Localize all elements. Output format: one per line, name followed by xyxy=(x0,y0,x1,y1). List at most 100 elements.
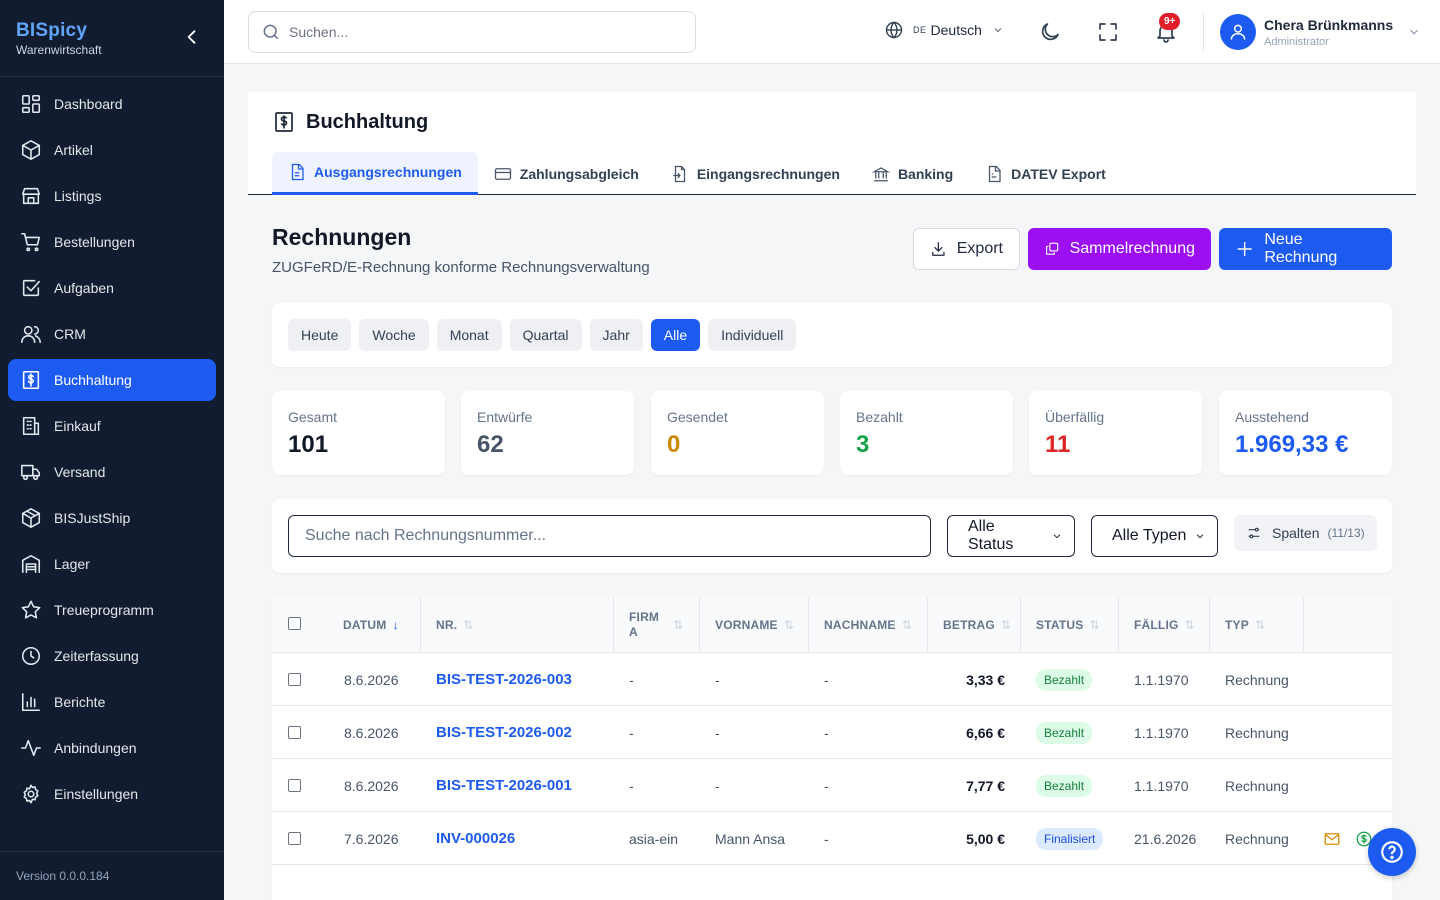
cell-datum: 8.6.2026 xyxy=(344,724,399,741)
period-monat[interactable]: Monat xyxy=(436,319,502,351)
cell-typ: Rechnung xyxy=(1225,777,1289,794)
export-button[interactable]: Export xyxy=(913,228,1020,270)
sidebar-item-lager[interactable]: Lager xyxy=(8,543,216,585)
column-datum[interactable]: DATUM ↓ xyxy=(328,597,421,653)
column-typ[interactable]: TYP ⇅ xyxy=(1210,597,1304,653)
status-badge: Bezahlt xyxy=(1036,668,1093,691)
file-text-icon xyxy=(989,165,1001,182)
tab-eingangsrechnungen[interactable]: Eingangsrechnungen xyxy=(655,152,856,195)
table-row[interactable]: 7.6.2026 INV-000026 asia-ein Mann Ansa -… xyxy=(272,812,1392,865)
tab-datev-export[interactable]: DATEV Export xyxy=(969,152,1122,195)
cell-typ: Rechnung xyxy=(1225,671,1289,688)
columns-count: (11/13) xyxy=(1327,526,1365,540)
cell-firma: - xyxy=(629,724,634,741)
period-quartal[interactable]: Quartal xyxy=(509,319,582,351)
sidebar-item-aufgaben[interactable]: Aufgaben xyxy=(8,267,216,309)
column-nr[interactable]: NR. ⇅ xyxy=(421,597,614,653)
cell-betrag: 6,66 € xyxy=(966,724,1005,741)
language-name: Deutsch xyxy=(930,22,982,38)
sidebar-nav: Dashboard Artikel Listings Bestellungen … xyxy=(0,77,224,815)
column-nachname[interactable]: NACHNAME ⇅ xyxy=(809,597,928,653)
sort-icon: ⇅ xyxy=(1184,618,1195,632)
cell-faellig: 21.6.2026 xyxy=(1134,830,1197,847)
mail-icon xyxy=(1324,832,1340,845)
table-row[interactable]: 8.6.2026 BIS-TEST-2026-001 - - - 7,77 € … xyxy=(272,759,1392,812)
sidebar-item-label: BISJustShip xyxy=(54,510,131,526)
select-all-checkbox[interactable] xyxy=(288,617,301,630)
table-row[interactable]: 8.6.2026 BIS-TEST-2026-002 - - - 6,66 € … xyxy=(272,706,1392,759)
column-betrag[interactable]: BETRAG ⇅ xyxy=(928,597,1021,653)
language-selector[interactable]: DE Deutsch xyxy=(884,20,1004,40)
column-faellig[interactable]: FÄLLIG ⇅ xyxy=(1119,597,1210,653)
invoice-search-input[interactable] xyxy=(288,515,931,557)
columns-button[interactable]: Spalten (11/13) xyxy=(1234,515,1377,551)
period-heute[interactable]: Heute xyxy=(288,319,352,351)
column-status[interactable]: STATUS ⇅ xyxy=(1021,597,1119,653)
invoice-number-link[interactable]: BIS-TEST-2026-001 xyxy=(436,759,572,812)
user-icon xyxy=(1230,24,1246,40)
sidebar-item-dashboard[interactable]: Dashboard xyxy=(8,83,216,125)
invoice-number-link[interactable]: INV-000026 xyxy=(436,812,515,865)
box-icon xyxy=(21,140,41,160)
row-checkbox[interactable] xyxy=(288,673,301,686)
collapse-sidebar-icon[interactable] xyxy=(182,26,202,48)
sammelrechnung-button[interactable]: Sammelrechnung xyxy=(1028,228,1211,270)
period-individuell[interactable]: Individuell xyxy=(708,319,797,351)
sidebar-item-bestellungen[interactable]: Bestellungen xyxy=(8,221,216,263)
period-jahr[interactable]: Jahr xyxy=(589,319,643,351)
sidebar-item-anbindungen[interactable]: Anbindungen xyxy=(8,727,216,769)
sidebar-item-artikel[interactable]: Artikel xyxy=(8,129,216,171)
cell-faellig: 1.1.1970 xyxy=(1134,777,1189,794)
sidebar-item-bisjustship[interactable]: BISJustShip xyxy=(8,497,216,539)
help-button[interactable] xyxy=(1368,828,1416,876)
new-invoice-button[interactable]: Neue Rechnung xyxy=(1219,228,1392,270)
sidebar-item-zeiterfassung[interactable]: Zeiterfassung xyxy=(8,635,216,677)
global-search-input[interactable] xyxy=(289,24,669,40)
global-search[interactable] xyxy=(248,11,696,53)
truck-icon xyxy=(21,464,41,481)
type-filter-select[interactable]: Alle Typen xyxy=(1091,515,1218,557)
user-menu[interactable]: Chera Brünkmanns Administrator xyxy=(1220,14,1421,50)
sidebar-item-einstellungen[interactable]: Einstellungen xyxy=(8,773,216,815)
sidebar-item-treueprogramm[interactable]: Treueprogramm xyxy=(8,589,216,631)
period-alle[interactable]: Alle xyxy=(650,319,701,351)
row-checkbox[interactable] xyxy=(288,779,301,792)
activity-icon xyxy=(21,739,41,757)
sidebar-item-label: Bestellungen xyxy=(54,234,135,250)
period-woche[interactable]: Woche xyxy=(359,319,429,351)
app-version: Version 0.0.0.184 xyxy=(0,851,224,900)
tab-zahlungsabgleich[interactable]: Zahlungsabgleich xyxy=(478,152,655,195)
tab-ausgangsrechnungen[interactable]: Ausgangsrechnungen xyxy=(272,152,478,195)
column-label: VORNAME xyxy=(715,618,778,632)
sidebar-item-versand[interactable]: Versand xyxy=(8,451,216,493)
dark-mode-toggle[interactable] xyxy=(1038,20,1062,44)
package-icon xyxy=(21,508,41,528)
avatar xyxy=(1220,14,1256,50)
sidebar-item-crm[interactable]: CRM xyxy=(8,313,216,355)
table-row[interactable]: 8.6.2026 BIS-TEST-2026-003 - - - 3,33 € … xyxy=(272,653,1392,706)
fullscreen-button[interactable] xyxy=(1096,20,1120,44)
sidebar-item-label: Zeiterfassung xyxy=(54,648,139,664)
row-checkbox[interactable] xyxy=(288,832,301,845)
row-checkbox[interactable] xyxy=(288,726,301,739)
send-email-button[interactable] xyxy=(1323,812,1341,865)
tab-banking[interactable]: Banking xyxy=(856,152,969,195)
column-vorname[interactable]: VORNAME ⇅ xyxy=(700,597,809,653)
sidebar-item-label: Anbindungen xyxy=(54,740,137,756)
section-subtitle: ZUGFeRD/E-Rechnung konforme Rechnungsver… xyxy=(272,259,650,276)
new-invoice-button-label: Neue Rechnung xyxy=(1264,231,1338,266)
credit-card-icon xyxy=(494,167,511,180)
invoice-number-link[interactable]: BIS-TEST-2026-002 xyxy=(436,706,572,759)
status-filter-select[interactable]: Alle Status xyxy=(947,515,1075,557)
sidebar-item-buchhaltung[interactable]: Buchhaltung xyxy=(8,359,216,401)
invoice-number-link[interactable]: BIS-TEST-2026-003 xyxy=(436,653,572,706)
cart-icon xyxy=(21,232,41,252)
column-firma[interactable]: FIRM A ⇅ xyxy=(614,597,700,653)
column-label: NACHNAME xyxy=(824,618,896,632)
fullscreen-icon xyxy=(1099,23,1117,41)
cell-status: Finalisiert xyxy=(1036,812,1104,865)
user-info: Chera Brünkmanns Administrator xyxy=(1264,17,1393,48)
sidebar-item-berichte[interactable]: Berichte xyxy=(8,681,216,723)
sidebar-item-einkauf[interactable]: Einkauf xyxy=(8,405,216,447)
sidebar-item-listings[interactable]: Listings xyxy=(8,175,216,217)
